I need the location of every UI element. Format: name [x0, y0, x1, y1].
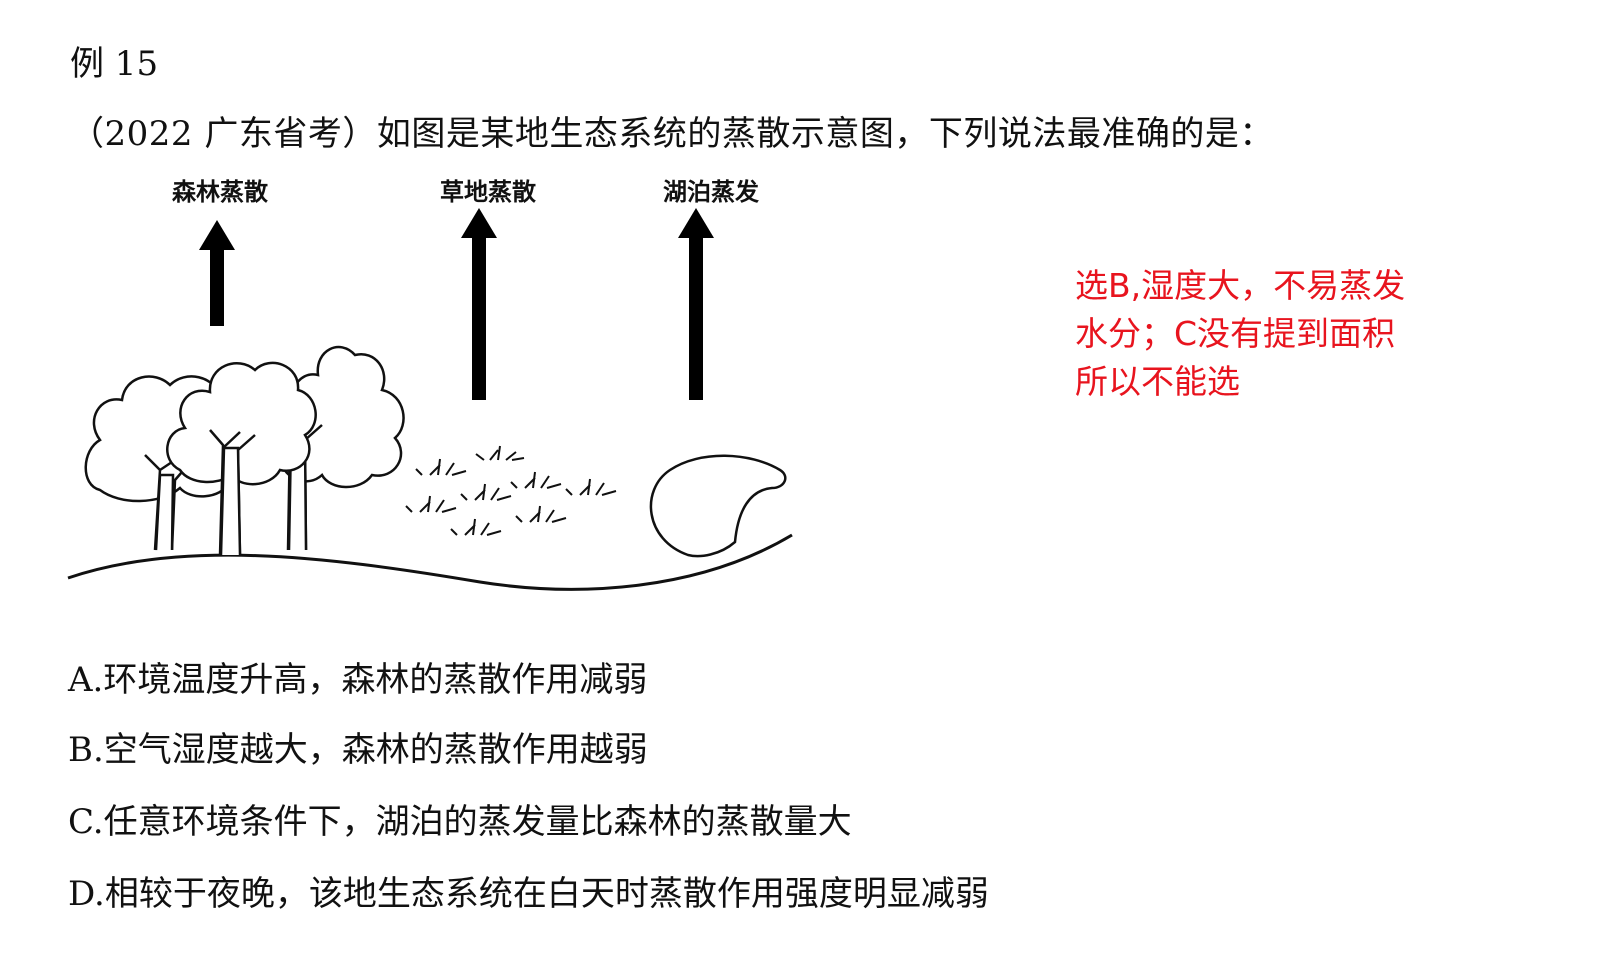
- example-number: 例 15: [70, 44, 159, 84]
- grassland-arrow-icon: [461, 208, 497, 400]
- option-b: B.空气湿度越大，森林的蒸散作用越弱: [68, 730, 648, 770]
- option-c: C.任意环境条件下，湖泊的蒸发量比森林的蒸散量大: [68, 802, 852, 842]
- option-d: D.相较于夜晚，该地生态系统在白天时蒸散作用强度明显减弱: [68, 874, 989, 914]
- forest-arrow-icon: [199, 220, 235, 326]
- lake-icon: [649, 454, 787, 558]
- lake-arrow-icon: [678, 208, 714, 400]
- grass-icon: [405, 445, 617, 536]
- answer-annotation: 选B,湿度大，不易蒸发水分；C没有提到面积所以不能选: [1075, 266, 1406, 401]
- option-a: A.环境温度升高，森林的蒸散作用减弱: [68, 660, 648, 700]
- trees-icon: [84, 345, 405, 556]
- ecosystem-diagram: [67, 208, 793, 591]
- question-stem: （2022 广东省考）如图是某地生态系统的蒸散示意图，下列说法最准确的是：: [70, 114, 1274, 154]
